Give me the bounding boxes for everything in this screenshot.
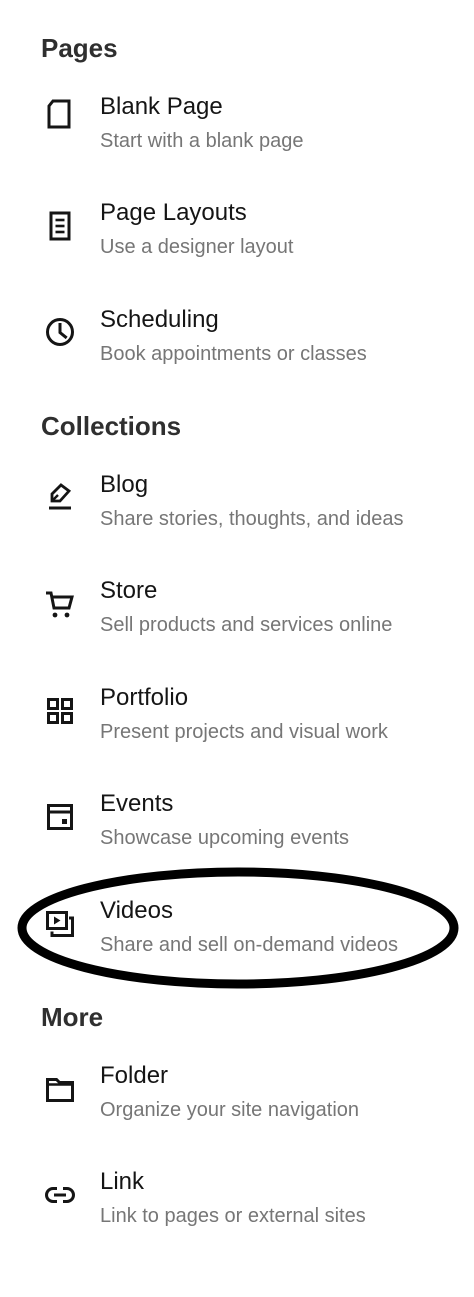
menu-item-title: Blank Page	[100, 93, 223, 120]
menu-item-title: Videos	[100, 897, 173, 924]
section-title-pages: Pages	[41, 33, 118, 63]
menu-item-title: Scheduling	[100, 306, 219, 333]
menu-item-description: Organize your site navigation	[100, 1099, 360, 1121]
menu-item-store[interactable]: Store Sell products and services online	[0, 577, 474, 667]
video-icon	[41, 905, 79, 943]
menu-item-description: Use a designer layout	[100, 236, 294, 258]
menu-item-title: Events	[100, 790, 174, 817]
cart-icon	[41, 585, 79, 623]
menu-item-folder[interactable]: Folder Organize your site navigation	[0, 1062, 474, 1152]
section-title-collections: Collections	[41, 411, 182, 441]
menu-item-description: Present projects and visual work	[100, 721, 388, 743]
menu-item-title: Blog	[100, 471, 149, 498]
menu-item-description: Share and sell on-demand videos	[100, 934, 398, 956]
menu-item-link[interactable]: Link Link to pages or external sites	[0, 1168, 474, 1258]
blank-page-icon	[41, 95, 79, 133]
menu-item-description: Share stories, thoughts, and ideas	[100, 508, 404, 530]
menu-item-title: Folder	[100, 1062, 169, 1089]
section-title-more: More	[41, 1002, 104, 1032]
menu-item-events[interactable]: Events Showcase upcoming events	[0, 790, 474, 880]
folder-icon	[41, 1070, 79, 1108]
menu-item-title: Link	[100, 1168, 145, 1195]
menu-item-videos[interactable]: Videos Share and sell on-demand videos	[0, 897, 474, 987]
menu-item-scheduling[interactable]: Scheduling Book appointments or classes	[0, 306, 474, 396]
menu-item-blank-page[interactable]: Blank Page Start with a blank page	[0, 93, 474, 183]
pen-icon	[41, 477, 79, 515]
clock-icon	[41, 313, 79, 351]
menu-item-description: Showcase upcoming events	[100, 827, 350, 849]
menu-item-title: Store	[100, 577, 158, 604]
menu-item-blog[interactable]: Blog Share stories, thoughts, and ideas	[0, 471, 474, 561]
grid-icon	[41, 692, 79, 730]
menu-item-portfolio[interactable]: Portfolio Present projects and visual wo…	[0, 684, 474, 774]
link-icon	[41, 1176, 79, 1214]
menu-item-description: Sell products and services online	[100, 614, 393, 636]
menu-item-title: Page Layouts	[100, 199, 247, 226]
menu-item-description: Start with a blank page	[100, 130, 304, 152]
menu-item-page-layouts[interactable]: Page Layouts Use a designer layout	[0, 199, 474, 289]
menu-item-description: Link to pages or external sites	[100, 1205, 366, 1227]
menu-item-title: Portfolio	[100, 684, 189, 711]
page-layouts-icon	[41, 207, 79, 245]
calendar-icon	[41, 798, 79, 836]
menu-item-description: Book appointments or classes	[100, 343, 367, 365]
